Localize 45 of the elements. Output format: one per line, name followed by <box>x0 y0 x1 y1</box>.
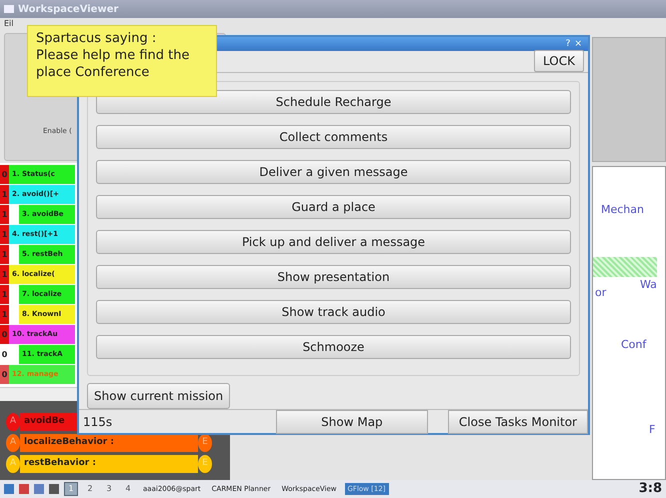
speech-tooltip: Spartacus saying : Please help me find the place Conference <box>27 25 217 97</box>
task-button[interactable]: Guard a place <box>96 195 571 219</box>
lock-button[interactable]: LOCK <box>534 50 584 72</box>
behavior-bar: restBehavior : <box>20 455 198 473</box>
start-marker: A <box>6 413 20 431</box>
room-label: Conf <box>621 337 646 353</box>
task-button[interactable]: Schedule Recharge <box>96 90 571 114</box>
behavior-bar: localizeBehavior : <box>20 434 198 452</box>
flag-cell: 1 <box>0 205 9 224</box>
flag-cell: 1 <box>0 285 9 304</box>
flag-cell: 0 <box>0 365 9 384</box>
start-marker: A <box>6 455 20 473</box>
window-icon <box>4 5 14 13</box>
task-button[interactable]: Show track audio <box>96 300 571 324</box>
task-button[interactable]: Pick up and deliver a message <box>96 230 571 254</box>
flag-cell: 1 <box>0 185 9 204</box>
flag-cell: 0 <box>0 325 9 344</box>
task-button[interactable]: Deliver a given message <box>96 160 571 184</box>
behavior-bar: avoidBe <box>20 413 80 431</box>
room-label: Mechan <box>601 202 644 218</box>
task-button[interactable]: Collect comments <box>96 125 571 149</box>
current-mission-button[interactable]: Show current mission <box>87 383 230 409</box>
menu-item[interactable]: Eil <box>4 19 14 28</box>
flag-cell: 1 <box>0 225 9 244</box>
task-button[interactable]: Schmooze <box>96 335 571 359</box>
zone-area <box>593 257 657 277</box>
desktop-switch[interactable]: 2 <box>83 482 97 496</box>
start-marker: A <box>6 434 20 452</box>
flag-cell: 1 <box>0 265 9 284</box>
show-map-button[interactable]: Show Map <box>276 410 428 434</box>
task-button[interactable]: Show presentation <box>96 265 571 289</box>
elapsed-time: 115s <box>82 414 114 430</box>
end-marker: E <box>198 455 212 473</box>
flag-cell: 1 <box>0 305 9 324</box>
desktop-switch[interactable]: 4 <box>121 482 135 496</box>
flag-cell: 1 <box>0 245 9 264</box>
window-title: WorkspaceViewer <box>18 2 118 16</box>
room-label: F <box>649 422 656 438</box>
clock: 3:8 <box>638 480 662 498</box>
room-label: or <box>595 285 606 301</box>
end-marker: E <box>198 434 212 452</box>
room-label: Wa <box>640 277 657 293</box>
flag-cell: 0 <box>0 165 9 184</box>
desktop-switch[interactable]: 3 <box>102 482 116 496</box>
close-button[interactable]: Close Tasks Monitor <box>448 410 588 434</box>
